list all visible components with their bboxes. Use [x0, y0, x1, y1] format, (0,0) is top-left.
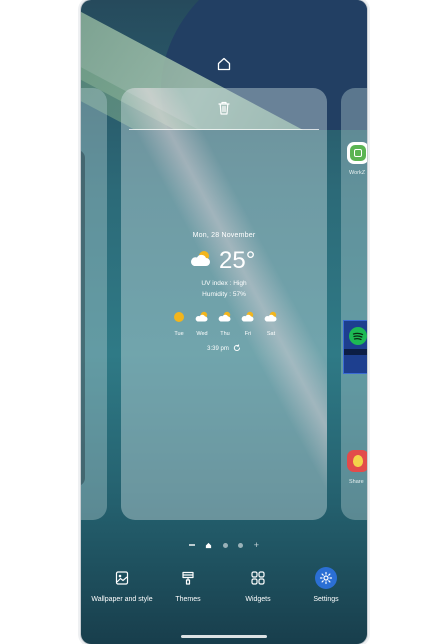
spotify-icon	[349, 327, 367, 345]
partly-cloudy-icon	[241, 310, 255, 328]
forecast-day: Tue	[169, 310, 189, 337]
weather-date: Mon, 28 November	[192, 232, 256, 239]
forecast-day-label: Tue	[174, 331, 184, 337]
partly-cloudy-icon	[195, 310, 209, 328]
workz-app-label: WorkZ	[349, 170, 366, 176]
forecast-day: Sat	[261, 310, 281, 337]
home-icon[interactable]	[213, 53, 235, 75]
widgets-icon	[247, 567, 269, 589]
forecast-day-label: Fri	[244, 331, 252, 337]
dash-indicator	[189, 544, 195, 546]
themes-button[interactable]: Themes	[168, 567, 208, 603]
forecast-day: Wed	[192, 310, 212, 337]
workz-app-icon[interactable]	[347, 142, 367, 164]
widgets-label: Widgets	[245, 596, 271, 603]
trash-icon[interactable]	[213, 97, 235, 119]
forecast-day: Thu	[215, 310, 235, 337]
settings-label: Settings	[313, 596, 339, 603]
home-page-preview[interactable]: Mon, 28 November 25° UV index : High Hum…	[121, 88, 327, 520]
updated-time: 3:39 pm	[207, 346, 229, 352]
settings-gear-icon	[315, 567, 337, 589]
wallpaper-and-style-label: Wallpaper and style	[91, 596, 153, 603]
humidity-text: Humidity : 57%	[202, 291, 246, 298]
forecast-day-label: Wed	[196, 331, 208, 337]
add-page-icon[interactable]: +	[254, 541, 259, 550]
widgets-button[interactable]: Widgets	[238, 567, 278, 603]
themes-label: Themes	[175, 596, 201, 603]
partly-cloudy-icon	[189, 250, 213, 273]
refresh-icon[interactable]	[233, 344, 241, 354]
forecast-day: Fri	[238, 310, 258, 337]
spotify-widget[interactable]	[343, 320, 367, 374]
partly-cloudy-icon	[264, 310, 278, 328]
brush-icon	[177, 567, 199, 589]
page-indicator[interactable]: +	[189, 541, 259, 550]
page-dot	[238, 542, 244, 548]
forecast-day-label: Thu	[220, 331, 230, 337]
bottom-options-bar: Wallpaper and style Themes Widgets Setti…	[81, 567, 367, 611]
weather-updated: 3:39 pm	[121, 344, 327, 354]
share-app-label: Share	[349, 479, 364, 485]
home-page-indicator-icon	[205, 536, 212, 554]
phone-screen: WorkZ Share Mon, 28 November 25° UV inde…	[81, 0, 367, 644]
navigation-handle[interactable]	[181, 635, 267, 638]
forecast-day-label: Sat	[266, 331, 276, 337]
forecast-row: Tue Wed Thu Fri Sat	[169, 310, 281, 337]
wallpaper-icon	[111, 567, 133, 589]
uv-index-text: UV index : High	[201, 280, 247, 287]
previous-page-preview[interactable]	[81, 88, 107, 520]
wallpaper-and-style-button[interactable]: Wallpaper and style	[91, 567, 153, 603]
page-dot	[222, 542, 228, 548]
delete-area-divider	[129, 129, 319, 130]
settings-button[interactable]: Settings	[306, 567, 346, 603]
share-app-icon[interactable]	[347, 450, 367, 472]
sun-icon	[173, 310, 185, 328]
partly-cloudy-icon	[218, 310, 232, 328]
current-temperature: 25°	[219, 247, 256, 274]
